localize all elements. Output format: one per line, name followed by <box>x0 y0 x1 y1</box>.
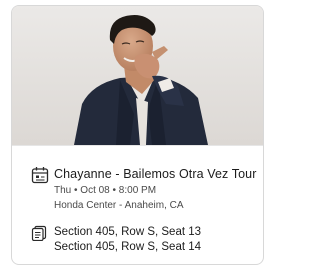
seat-item: Section 405, Row S, Seat 14 <box>54 241 202 253</box>
event-title: Chayanne - Bailemos Otra Vez Tour <box>54 167 257 181</box>
event-datetime: Thu • Oct 08 • 8:00 PM <box>54 185 157 196</box>
seat-item: Section 405, Row S, Seat 13 <box>54 226 202 238</box>
ticket-seats: Section 405, Row S, Seat 13 Section 405,… <box>12 220 263 260</box>
calendar-icon <box>31 166 49 184</box>
ticket-card[interactable]: Chayanne - Bailemos Otra Vez Tour Thu • … <box>11 5 264 265</box>
event-details: Chayanne - Bailemos Otra Vez Tour Thu • … <box>12 156 263 216</box>
ticket-icon <box>31 225 47 242</box>
artist-photo <box>12 6 263 145</box>
section-divider <box>12 145 263 146</box>
event-venue: Honda Center - Anaheim, CA <box>54 200 184 211</box>
